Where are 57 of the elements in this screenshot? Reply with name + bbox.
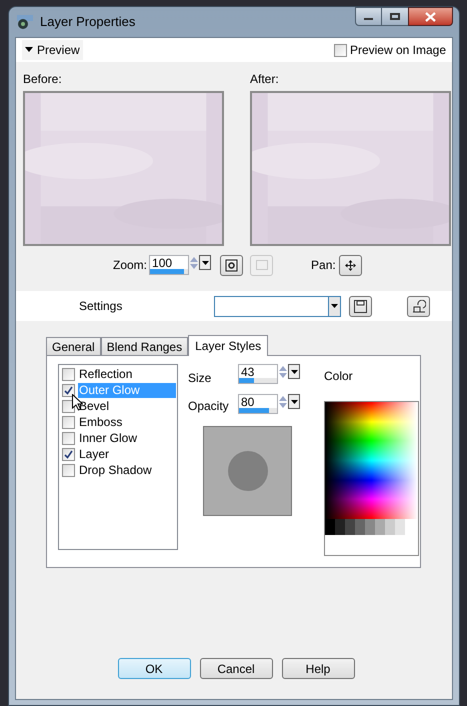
tab[interactable]: General (46, 337, 101, 355)
size-label: Size (188, 370, 212, 387)
settings-dropdown[interactable] (214, 296, 342, 316)
pane-label: Before: (23, 71, 63, 88)
tab[interactable]: Layer Styles (188, 335, 268, 356)
color-label: Color (324, 368, 354, 385)
effect-checkbox[interactable] (62, 416, 75, 428)
pan-button[interactable] (338, 254, 362, 276)
zoom-fit-button[interactable] (220, 254, 244, 276)
effect-checkbox[interactable] (62, 448, 75, 460)
number-field[interactable]: 100 (149, 255, 190, 275)
spin-arrows-icon[interactable] (189, 256, 200, 270)
preview-checkbox[interactable] (334, 44, 347, 56)
maximize-button[interactable] (382, 7, 408, 26)
frame-icon (256, 260, 268, 270)
load-preset-button[interactable] (407, 296, 430, 316)
effect-checkbox[interactable] (62, 368, 75, 380)
dialog-button[interactable]: Cancel (200, 658, 272, 679)
effect-item[interactable]: Inner Glow (78, 430, 138, 446)
preview-toggle[interactable]: Preview (22, 40, 83, 60)
caret-icon (331, 304, 338, 308)
checkbox-label: Preview on Image (350, 42, 446, 59)
app-icon (16, 14, 34, 30)
caret-icon (290, 400, 298, 404)
close-button[interactable] (408, 7, 453, 26)
pan-label: Pan: (311, 257, 336, 274)
pane-label: After: (250, 71, 280, 88)
number-field[interactable]: 43 (238, 364, 278, 384)
caret-icon (290, 370, 298, 374)
settings-label: Settings (79, 298, 122, 315)
effect-checkbox[interactable] (62, 432, 75, 444)
dropdown-button[interactable] (199, 255, 212, 270)
dialog-button[interactable]: Help (282, 658, 354, 679)
close-icon (425, 12, 436, 22)
effect-item[interactable]: Layer (78, 446, 110, 462)
dropdown-button[interactable] (288, 364, 300, 379)
effect-item[interactable]: Emboss (78, 414, 122, 430)
minimize-button[interactable] (355, 7, 382, 26)
dialog-button[interactable]: OK (118, 658, 190, 679)
caret-icon (202, 260, 209, 264)
dropdown-button[interactable] (288, 394, 300, 409)
save-button[interactable] (349, 296, 372, 316)
tab[interactable]: Blend Ranges (100, 337, 188, 355)
opacity-label: Opacity (188, 398, 230, 415)
effect-item[interactable]: Reflection (78, 366, 132, 382)
color-picker[interactable] (324, 401, 419, 556)
move-icon (344, 260, 356, 270)
caret-icon (25, 47, 33, 53)
zoom-label: Zoom: (113, 257, 148, 274)
effect-checkbox[interactable] (62, 464, 75, 476)
preset-icon (412, 300, 426, 312)
effect-item[interactable]: Drop Shadow (78, 462, 152, 478)
window-title: Layer Properties (40, 13, 136, 32)
effect-item[interactable]: Bevel (78, 398, 110, 414)
fit-icon (225, 258, 238, 272)
effect-checkbox[interactable] (62, 384, 75, 396)
number-field[interactable]: 80 (238, 394, 278, 414)
